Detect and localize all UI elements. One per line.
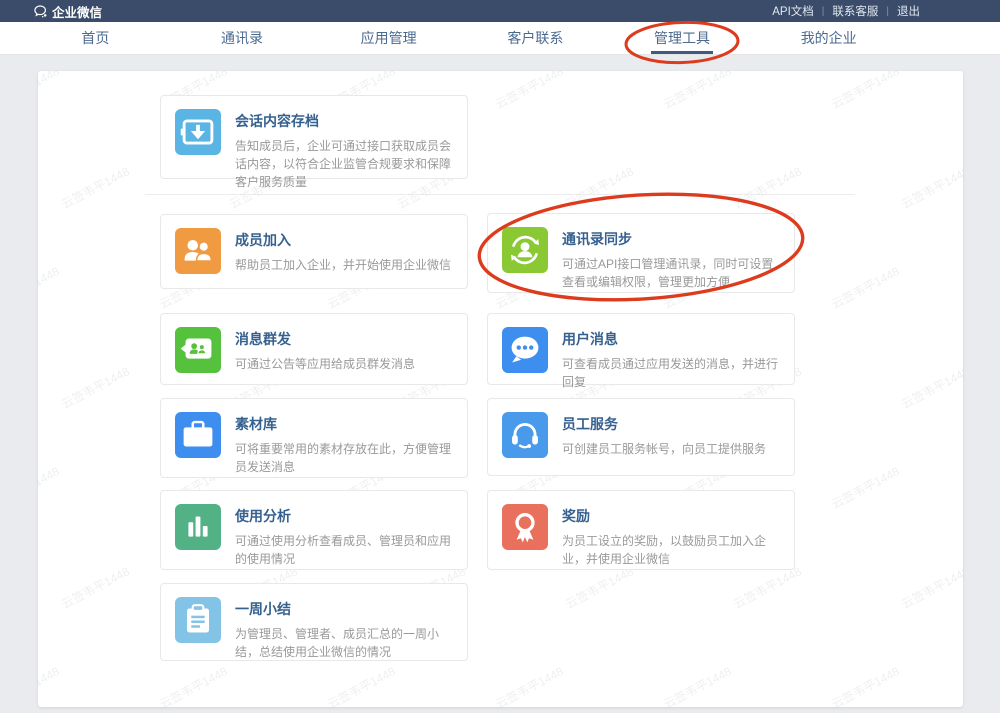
logout-link[interactable]: 退出 (897, 3, 920, 19)
tab-management-tools[interactable]: 管理工具 (609, 22, 756, 54)
chat-dots-icon (502, 327, 548, 373)
card-desc: 告知成员后，企业可通过接口获取成员会话内容，以符合企业监管合规要求和保障客户服务… (235, 137, 453, 191)
contact-support-link[interactable]: 联系客服 (832, 3, 878, 19)
card-group-message[interactable]: 消息群发 可通过公告等应用给成员群发消息 (160, 313, 468, 385)
card-member-join[interactable]: 成员加入 帮助员工加入企业，并开始使用企业微信 (160, 214, 468, 289)
card-title: 一周小结 (235, 599, 453, 619)
tab-my-company[interactable]: 我的企业 (755, 22, 902, 54)
card-weekly-summary[interactable]: 一周小结 为管理员、管理者、成员汇总的一周小结，总结使用企业微信的情况 (160, 583, 468, 661)
card-usage-analytics[interactable]: 使用分析 可通过使用分析查看成员、管理员和应用的使用情况 (160, 490, 468, 570)
card-title: 消息群发 (235, 329, 415, 349)
top-links: API文档 | 联系客服 | 退出 (772, 3, 920, 19)
card-contacts-sync[interactable]: 通讯录同步 可通过API接口管理通讯录，同时可设置查看或编辑权限，管理更加方便 (487, 213, 795, 293)
card-title: 会话内容存档 (235, 111, 453, 131)
brand[interactable]: 企业微信 (33, 2, 102, 21)
card-material-library[interactable]: 素材库 可将重要常用的素材存放在此，方便管理员发送消息 (160, 398, 468, 478)
group-message-icon (175, 327, 221, 373)
card-desc: 为员工设立的奖励，以鼓励员工加入企业，并使用企业微信 (562, 532, 780, 568)
wework-logo-icon (33, 4, 48, 19)
card-reward[interactable]: 奖励 为员工设立的奖励，以鼓励员工加入企业，并使用企业微信 (487, 490, 795, 570)
card-desc: 可将重要常用的素材存放在此，方便管理员发送消息 (235, 440, 453, 476)
section-divider (145, 194, 855, 195)
card-desc: 可通过API接口管理通讯录，同时可设置查看或编辑权限，管理更加方便 (562, 255, 780, 291)
card-title: 员工服务 (562, 414, 766, 434)
bar-chart-icon (175, 504, 221, 550)
card-title: 通讯录同步 (562, 229, 780, 249)
separator: | (886, 6, 889, 17)
archive-download-icon (175, 109, 221, 155)
card-session-archive[interactable]: 会话内容存档 告知成员后，企业可通过接口获取成员会话内容，以符合企业监管合规要求… (160, 95, 468, 179)
headset-icon (502, 412, 548, 458)
tab-app-management[interactable]: 应用管理 (315, 22, 462, 54)
card-desc: 帮助员工加入企业，并开始使用企业微信 (235, 256, 451, 274)
contacts-sync-icon (502, 227, 548, 273)
card-desc: 可通过公告等应用给成员群发消息 (235, 355, 415, 373)
separator: | (822, 6, 825, 17)
api-docs-link[interactable]: API文档 (772, 3, 814, 19)
card-title: 用户消息 (562, 329, 780, 349)
brand-label: 企业微信 (52, 2, 102, 21)
two-people-icon (175, 228, 221, 274)
card-user-message[interactable]: 用户消息 可查看成员通过应用发送的消息，并进行回复 (487, 313, 795, 385)
card-title: 使用分析 (235, 506, 453, 526)
card-desc: 可创建员工服务帐号，向员工提供服务 (562, 440, 766, 458)
main-nav: 首页 通讯录 应用管理 客户联系 管理工具 我的企业 (0, 22, 1000, 55)
card-desc: 为管理员、管理者、成员汇总的一周小结，总结使用企业微信的情况 (235, 625, 453, 661)
tab-home[interactable]: 首页 (22, 22, 169, 54)
clipboard-icon (175, 597, 221, 643)
card-desc: 可查看成员通过应用发送的消息，并进行回复 (562, 355, 780, 391)
medal-icon (502, 504, 548, 550)
tab-contacts[interactable]: 通讯录 (169, 22, 316, 54)
card-title: 素材库 (235, 414, 453, 434)
card-desc: 可通过使用分析查看成员、管理员和应用的使用情况 (235, 532, 453, 568)
top-bar: 企业微信 API文档 | 联系客服 | 退出 (0, 0, 1000, 22)
tab-customer-contact[interactable]: 客户联系 (462, 22, 609, 54)
card-title: 奖励 (562, 506, 780, 526)
card-employee-service[interactable]: 员工服务 可创建员工服务帐号，向员工提供服务 (487, 398, 795, 476)
briefcase-icon (175, 412, 221, 458)
content-panel: 云签韦平1448云签韦平1448云签韦平1448云签韦平1448云签韦平1448… (38, 71, 963, 707)
card-title: 成员加入 (235, 230, 451, 250)
